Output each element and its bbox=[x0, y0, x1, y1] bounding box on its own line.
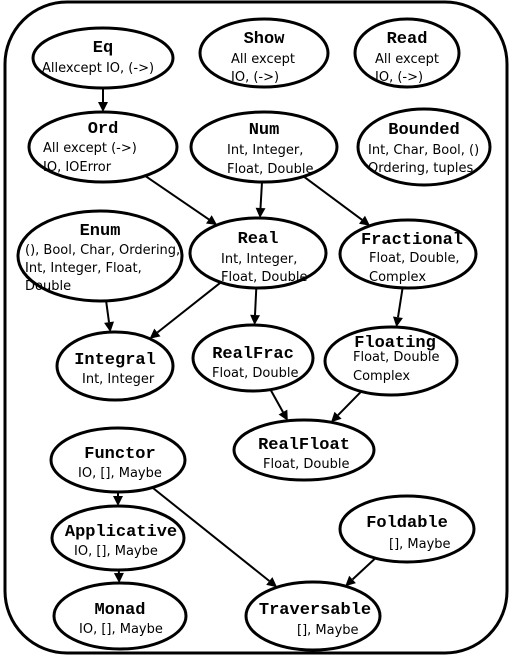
node-fractional: FractionalFloat, Double, Complex bbox=[338, 218, 478, 290]
edge-line bbox=[254, 287, 258, 316]
node-instances-line: Float, Double bbox=[212, 366, 298, 381]
node-instances-line: All except bbox=[375, 52, 439, 67]
node-title: RealFrac bbox=[212, 345, 294, 364]
node-instances-line: Complex bbox=[369, 270, 426, 285]
node-title: Real bbox=[238, 230, 279, 249]
node-title: Fractional bbox=[361, 231, 463, 250]
type-class-diagram: Eq Allexcept IO, (->) Show All except IO, (-… bbox=[3, 0, 509, 655]
node-instances-line: Allexcept IO, (->) bbox=[42, 61, 154, 76]
node-title: Foldable bbox=[366, 514, 448, 533]
node-title: Eq bbox=[93, 39, 113, 58]
node-title: Show bbox=[244, 30, 286, 49]
node-instances-line: Ordering, tuples bbox=[368, 161, 474, 176]
node-enum: Enum (), Bool, Char, Ordering, Int, Intege… bbox=[16, 209, 184, 303]
node-instances-line: Int, Integer, bbox=[227, 143, 303, 158]
node-instances-line: Double bbox=[25, 279, 71, 294]
node-title: Read bbox=[387, 30, 428, 49]
node-foldable: Foldable [], Maybe bbox=[338, 494, 476, 564]
node-integral: Integral Int, Integer bbox=[55, 330, 175, 402]
node-instances-line: Int, Integer, bbox=[221, 252, 297, 267]
node-real: Real Int, Integer, Float, Double bbox=[188, 216, 328, 290]
node-title: Num bbox=[249, 121, 280, 140]
node-instances-line: Float, Double bbox=[263, 457, 349, 472]
node-instances-line: All except bbox=[231, 52, 295, 67]
node-show: Show All except IO, (->) bbox=[198, 17, 330, 89]
node-instances-line: [], Maybe bbox=[389, 537, 451, 552]
node-realfrac: RealFrac Float, Double bbox=[191, 323, 315, 393]
node-instances-line: Int, Integer bbox=[82, 372, 155, 387]
node-instances-line: Int, Char, Bool, () bbox=[368, 143, 479, 158]
node-instances-line: Complex bbox=[353, 369, 410, 384]
node-instances-line: IO, (->) bbox=[375, 70, 423, 85]
node-title: Functor bbox=[84, 445, 155, 464]
node-applicative: Applicative IO, [], Maybe bbox=[50, 504, 186, 572]
node-instances-line: (), Bool, Char, Ordering, bbox=[25, 243, 180, 258]
node-ord: Ord All except (->) IO, IOError bbox=[27, 110, 179, 184]
node-instances-line: IO, IOError bbox=[43, 160, 112, 175]
node-bounded: Bounded Int, Char, Bool, () Ordering, tupl… bbox=[356, 107, 492, 187]
node-title: Monad bbox=[94, 601, 145, 620]
node-title: Traversable bbox=[259, 601, 371, 620]
node-instances-line: IO, [], Maybe bbox=[74, 544, 158, 559]
node-instances-line: Int, Integer, Float, bbox=[25, 261, 142, 276]
node-title: Bounded bbox=[388, 121, 459, 140]
node-realfloat: RealFloat Float, Double bbox=[232, 418, 376, 482]
node-title: Applicative bbox=[65, 523, 177, 542]
node-eq: Eq Allexcept IO, (->) bbox=[31, 26, 175, 90]
node-functor: Functor IO, [], Maybe bbox=[49, 426, 187, 494]
node-instances-line: IO, [], Maybe bbox=[79, 622, 163, 637]
node-title: Integral bbox=[74, 351, 156, 370]
node-traversable: Traversable [], Maybe bbox=[244, 580, 382, 652]
node-read: Read All except IO, (->) bbox=[353, 17, 461, 89]
node-instances-line: All except (->) bbox=[43, 141, 137, 156]
node-title: RealFloat bbox=[258, 436, 350, 455]
node-instances-line: Float, Double bbox=[227, 162, 313, 177]
node-floating: FloatingFloat, DoubleComplex bbox=[323, 325, 459, 397]
node-num: Num Int, Integer, Float, Double bbox=[189, 110, 339, 184]
node-instances-line: [], Maybe bbox=[297, 623, 359, 638]
node-ellipse bbox=[31, 26, 175, 90]
node-monad: Monad IO, [], Maybe bbox=[52, 581, 188, 651]
node-instances-line: IO, [], Maybe bbox=[78, 466, 162, 481]
node-title: Enum bbox=[80, 222, 121, 241]
node-instances-line: Float, Double bbox=[353, 350, 439, 365]
node-instances-line: Float, Double bbox=[221, 270, 307, 285]
node-instances-line: IO, (->) bbox=[231, 70, 279, 85]
node-title: Ord bbox=[88, 120, 119, 139]
node-instances-line: Float, Double, bbox=[369, 251, 460, 266]
